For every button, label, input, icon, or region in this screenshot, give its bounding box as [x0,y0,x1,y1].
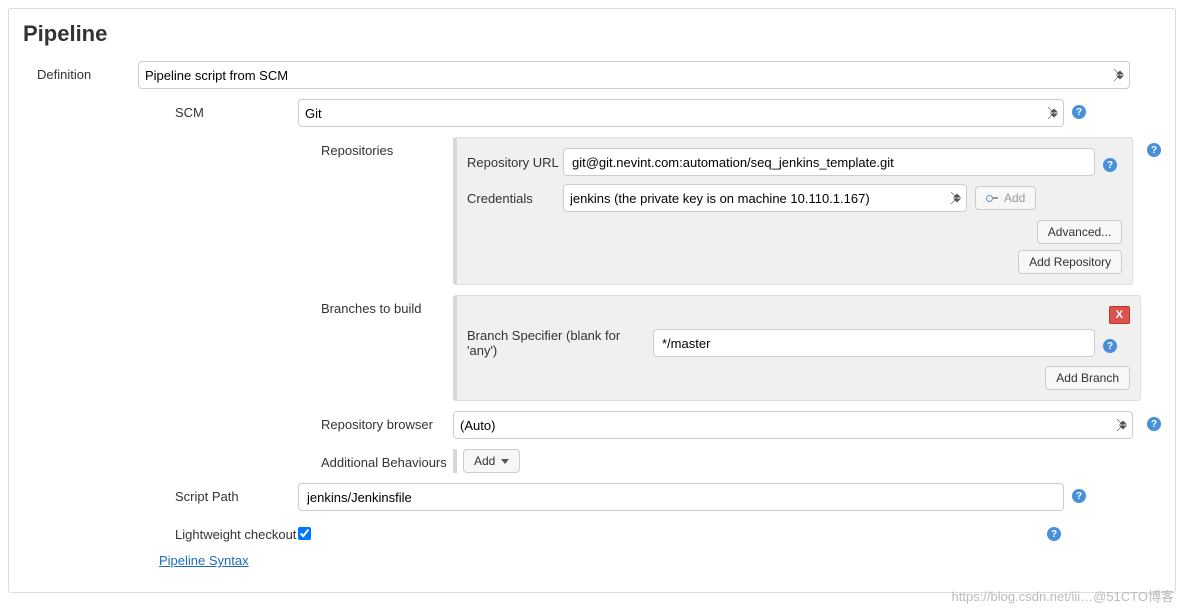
chevron-down-icon [501,459,509,464]
key-icon [986,194,998,202]
repository-url-input[interactable] [563,148,1095,176]
lightweight-checkout-label: Lightweight checkout [23,521,298,542]
help-icon[interactable]: ? [1072,489,1086,503]
add-branch-button[interactable]: Add Branch [1045,366,1130,390]
help-icon[interactable]: ? [1147,417,1161,431]
add-repository-button[interactable]: Add Repository [1018,250,1122,274]
help-icon[interactable]: ? [1103,339,1117,353]
pipeline-syntax-link[interactable]: Pipeline Syntax [159,553,249,568]
branch-specifier-label: Branch Specifier (blank for 'any') [467,328,653,358]
additional-behaviours-label: Additional Behaviours [23,449,453,470]
delete-branch-button[interactable]: X [1109,306,1130,324]
branch-specifier-input[interactable] [653,329,1095,357]
add-credentials-label: Add [1004,191,1025,205]
definition-label: Definition [23,61,138,82]
page-title: Pipeline [23,21,1161,47]
help-icon[interactable]: ? [1072,105,1086,119]
credentials-select[interactable]: jenkins (the private key is on machine 1… [563,184,967,212]
repository-browser-select[interactable]: (Auto) [453,411,1133,439]
scm-select[interactable]: Git [298,99,1064,127]
advanced-button[interactable]: Advanced... [1037,220,1122,244]
help-icon[interactable]: ? [1103,158,1117,172]
add-behaviour-button[interactable]: Add [463,449,520,473]
branches-label: Branches to build [23,295,453,316]
add-behaviour-label: Add [474,454,495,468]
help-icon[interactable]: ? [1047,527,1061,541]
watermark: https://blog.csdn.net/lii…@51CTO博客 [952,586,1175,605]
repository-url-label: Repository URL [467,155,563,170]
script-path-input[interactable] [298,483,1064,511]
repository-browser-label: Repository browser [23,411,453,432]
help-icon[interactable]: ? [1147,143,1161,157]
credentials-label: Credentials [467,191,563,206]
repositories-label: Repositories [23,137,453,158]
add-credentials-button[interactable]: Add [975,186,1036,210]
script-path-label: Script Path [23,483,298,504]
lightweight-checkout-checkbox[interactable] [298,527,311,540]
scm-label: SCM [23,99,298,120]
definition-select[interactable]: Pipeline script from SCM [138,61,1130,89]
